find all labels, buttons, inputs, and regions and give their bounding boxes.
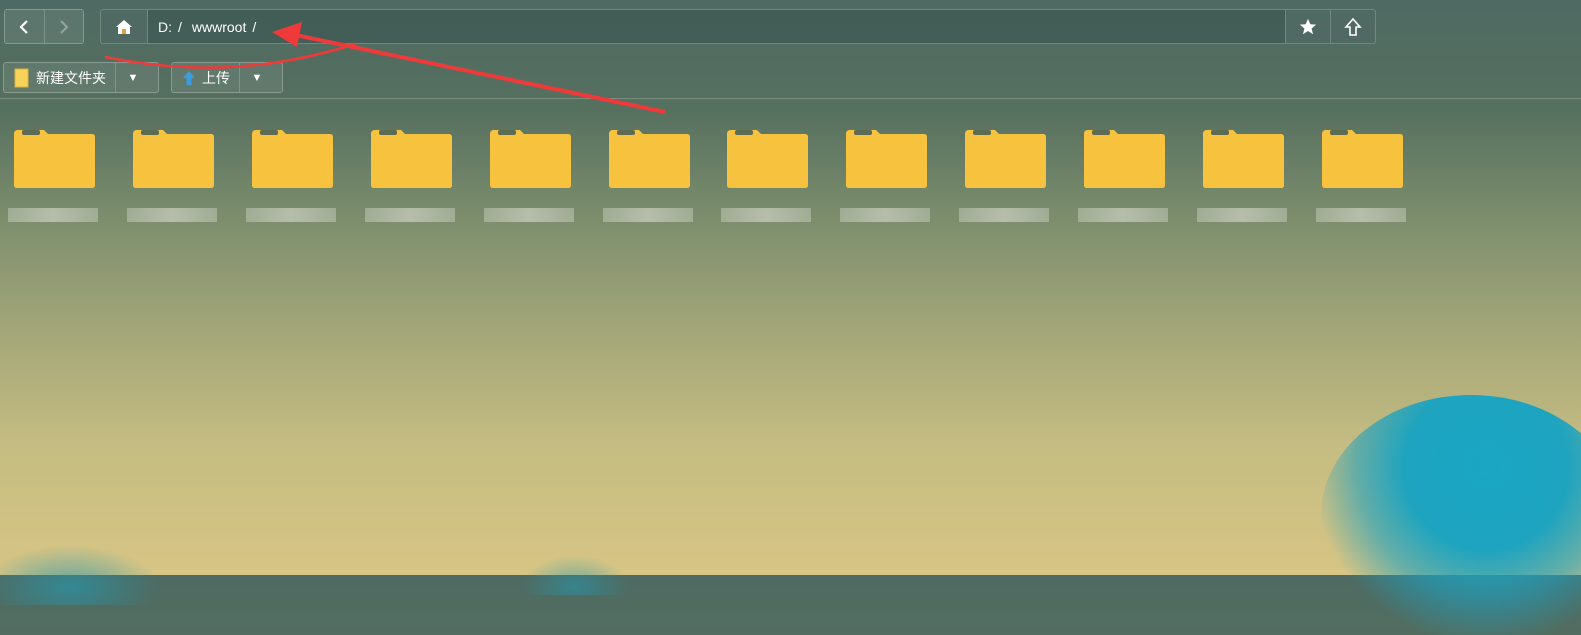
up-arrow-icon [1344,17,1362,36]
folder-item[interactable] [1078,128,1169,228]
folder-icon [14,130,95,188]
caret-down-icon: ▼ [127,71,139,84]
folder-name [602,208,693,222]
folder-name [840,208,931,222]
breadcrumb: D: / wwwroot / [148,19,266,35]
upload-button[interactable]: 上传 [172,63,239,92]
chevron-left-icon [19,19,29,34]
folder-item[interactable] [364,128,455,228]
upload-label: 上传 [202,69,230,86]
upload-arrow-icon [183,70,195,85]
folder-item[interactable] [8,128,98,228]
upload-split-button: 上传 ▼ [171,62,283,93]
chevron-right-icon [60,19,69,34]
folder-item[interactable] [245,128,336,228]
folder-item[interactable] [1197,128,1287,228]
folder-icon [489,130,571,188]
folder-name [8,208,98,222]
background-wave-left [0,545,160,605]
folder-item[interactable] [1315,128,1406,228]
folder-name [364,208,455,222]
action-toolbar: 新建文件夹 ▼ 上传 ▼ [0,62,1581,94]
folder-name [126,208,217,222]
folder-item[interactable] [840,128,931,228]
breadcrumb-separator: / [252,18,257,35]
back-button[interactable] [5,10,44,43]
folder-name [959,208,1050,222]
folder-name [1197,208,1287,222]
new-folder-label: 新建文件夹 [36,69,106,86]
folder-icon [1321,130,1403,188]
folder-item[interactable] [721,128,812,228]
folder-icon [251,130,333,188]
caret-down-icon: ▼ [251,71,263,84]
folder-icon [965,130,1047,188]
path-address-bar[interactable]: D: / wwwroot / [100,9,1376,44]
folder-item[interactable] [959,128,1050,228]
folder-item[interactable] [602,128,693,228]
star-icon [1299,18,1317,34]
upload-dropdown[interactable]: ▼ [239,63,274,92]
folder-name [721,208,812,222]
folder-icon [608,130,690,188]
address-bar-row: D: / wwwroot / [0,0,1581,52]
breadcrumb-drive[interactable]: D: [158,19,172,35]
breadcrumb-separator: / [178,18,182,35]
home-icon [116,19,132,34]
breadcrumb-folder[interactable]: wwwroot [192,19,246,35]
folder-icon [727,130,809,188]
folder-icon [1084,130,1166,188]
folder-name [1315,208,1406,222]
favorite-button[interactable] [1285,10,1330,43]
new-folder-split-button: 新建文件夹 ▼ [3,62,159,93]
folder-icon [846,130,928,188]
folder-icon [370,130,452,188]
forward-button[interactable] [43,10,84,43]
folder-icon [132,130,214,188]
folder-name [245,208,336,222]
new-folder-button[interactable]: 新建文件夹 [4,63,115,92]
new-folder-dropdown[interactable]: ▼ [115,63,150,92]
folder-icon [14,68,29,87]
background-wave-center [520,555,630,595]
go-up-button[interactable] [1330,10,1375,43]
folder-item[interactable] [126,128,217,228]
home-button[interactable] [101,10,148,43]
folder-name [483,208,574,222]
background-mountain [1321,395,1581,635]
folder-name [1078,208,1169,222]
folder-icon [1203,130,1284,188]
toolbar-divider [0,98,1581,99]
nav-button-group [4,9,84,44]
folder-item[interactable] [483,128,574,228]
